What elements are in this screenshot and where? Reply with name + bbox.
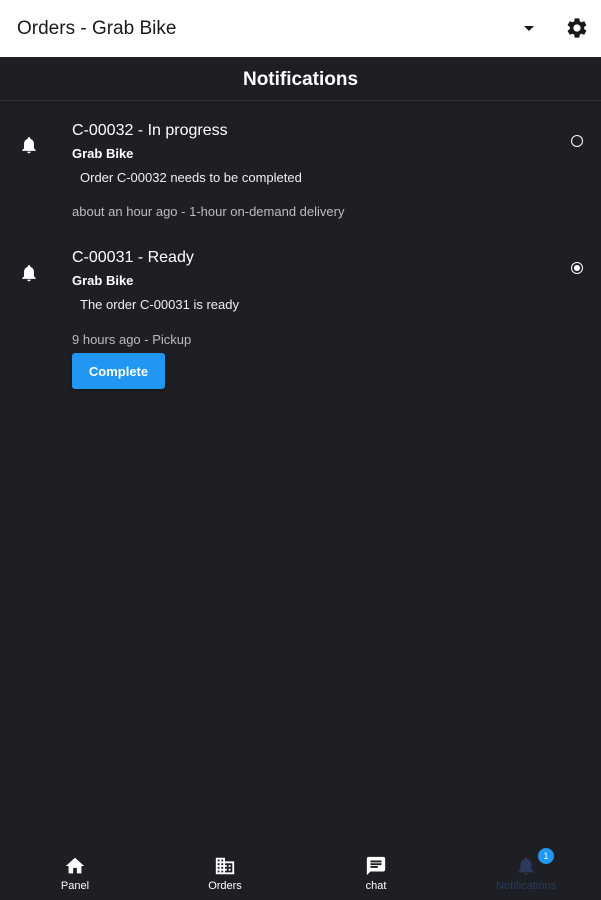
nav-label: Orders: [208, 880, 242, 892]
nav-item-panel[interactable]: Panel: [0, 845, 150, 900]
nav-label: Notifications: [496, 880, 556, 892]
notification-message: Order C-00032 needs to be completed: [80, 170, 302, 185]
notification-radio[interactable]: [571, 135, 583, 147]
notification-source: Grab Bike: [72, 273, 134, 288]
nav-item-notifications[interactable]: Notifications: [451, 845, 601, 900]
complete-button[interactable]: Complete: [72, 353, 165, 389]
chat-icon: [366, 856, 386, 876]
nav-item-orders[interactable]: Orders: [150, 845, 300, 900]
building-icon: [215, 857, 235, 875]
bottom-navigation: Panel Orders chat Notifications: [0, 845, 601, 900]
notification-item[interactable]: C-00032 - In progress Grab Bike Order C-…: [0, 100, 601, 230]
notification-meta: about an hour ago - 1-hour on-demand del…: [72, 204, 345, 219]
home-icon: [65, 857, 85, 874]
notification-item[interactable]: C-00031 - Ready Grab Bike The order C-00…: [0, 230, 601, 400]
nav-label: Panel: [60, 880, 90, 892]
notification-title: C-00031 - Ready: [72, 249, 194, 266]
caret-down-icon: [524, 25, 534, 31]
bell-icon: [22, 137, 36, 154]
store-dropdown-button[interactable]: [517, 18, 541, 38]
notification-meta: 9 hours ago - Pickup: [72, 332, 192, 347]
gear-icon[interactable]: [565, 16, 589, 40]
notification-source: Grab Bike: [72, 146, 134, 161]
notification-message: The order C-00031 is ready: [80, 297, 239, 312]
nav-label: chat: [365, 880, 387, 892]
notifications-header: Notifications: [0, 57, 601, 101]
nav-item-chat[interactable]: chat: [301, 845, 451, 900]
app-bar: Orders - Grab Bike: [0, 0, 601, 57]
notification-count-badge: 1: [538, 848, 554, 864]
bell-icon: [518, 857, 534, 876]
app-title: Orders - Grab Bike: [17, 18, 177, 39]
page-title: Notifications: [242, 69, 359, 90]
bell-icon: [22, 265, 36, 282]
notification-title: C-00032 - In progress: [72, 122, 228, 139]
notification-radio-selected[interactable]: [571, 262, 583, 274]
